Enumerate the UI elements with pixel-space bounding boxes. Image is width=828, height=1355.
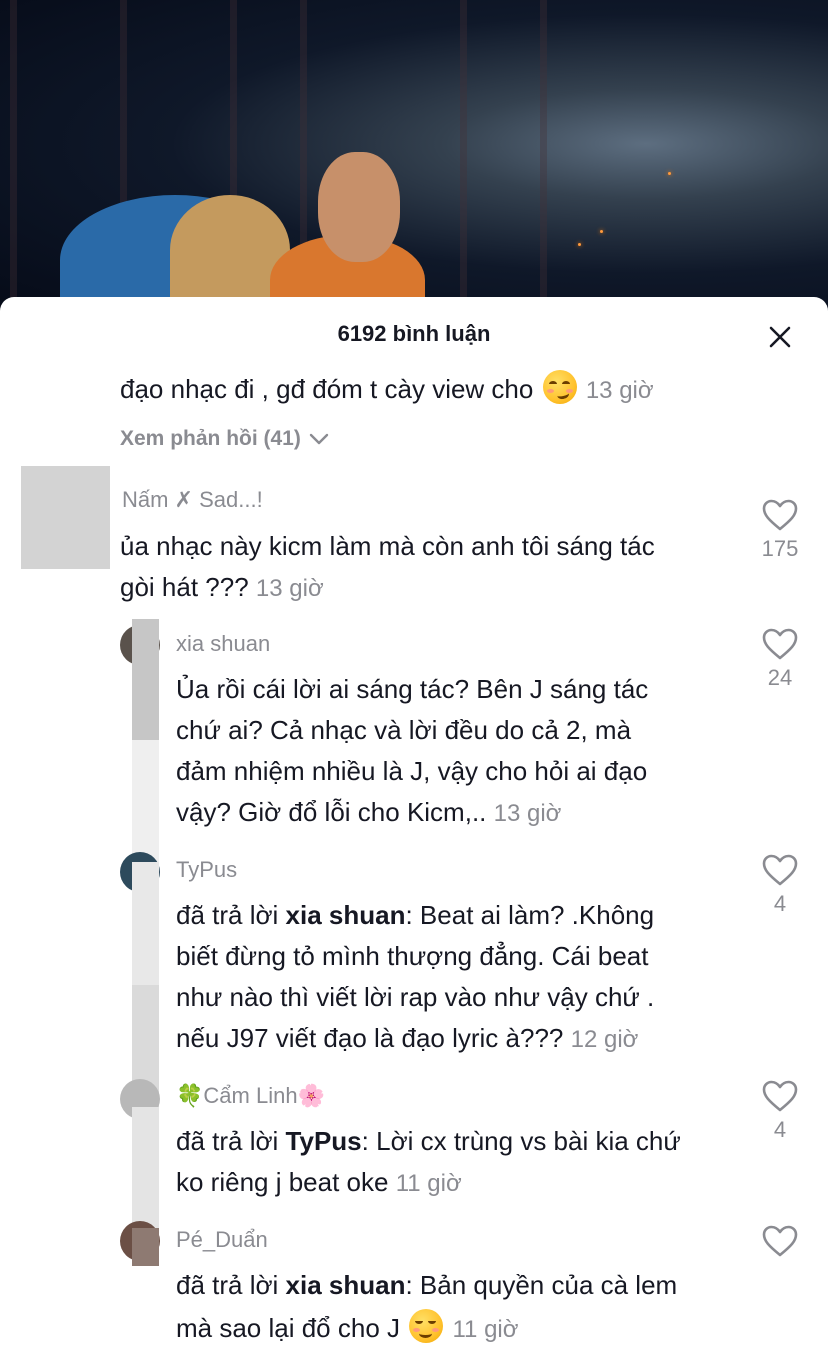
- redaction-bar: [132, 862, 159, 985]
- reply-time: 11 giờ: [395, 1170, 462, 1197]
- video-person-right-head: [318, 152, 400, 262]
- comment-text: gòi hát ??? 13 giờ: [120, 572, 324, 602]
- video-background: [0, 0, 828, 320]
- mentioned-user: TyPus: [285, 1126, 362, 1156]
- partial-comment-text: đạo nhạc đi , gđ đóm t cày view cho 13 g…: [120, 369, 654, 411]
- like-count: 4: [773, 1117, 787, 1142]
- reply-time: 11 giờ: [452, 1316, 519, 1343]
- reply-text: Ủa rồi cái lời ai sáng tác? Bên J sáng t…: [176, 674, 649, 704]
- redaction-bar: [132, 740, 159, 862]
- smirking-face-icon: [542, 370, 577, 404]
- comment-text: ủa nhạc này kicm làm mà còn anh tôi sáng…: [120, 531, 655, 561]
- like-button[interactable]: [750, 1224, 810, 1258]
- reply-text: nếu J97 viết đạo là đạo lyric à??? 12 gi…: [176, 1023, 639, 1053]
- reply-time: 13 giờ: [493, 800, 562, 827]
- reply-text: biết đừng tỏ mình thượng đẳng. Cái beat: [176, 941, 649, 971]
- redaction-bar: [132, 1228, 159, 1266]
- heart-icon: [762, 499, 798, 531]
- chevron-down-icon: [309, 433, 329, 445]
- like-button[interactable]: 4: [750, 1079, 810, 1143]
- reply-username[interactable]: xia shuan: [176, 631, 270, 657]
- close-icon: [769, 326, 791, 348]
- reply-text: vậy? Giờ đổ lỗi cho Kicm,.. 13 giờ: [176, 797, 562, 827]
- reply-text: đảm nhiệm nhiều là J, vậy cho hỏi ai đạo: [176, 756, 648, 786]
- relieved-face-icon: [409, 1309, 444, 1343]
- heart-icon: [762, 1225, 798, 1257]
- reply-text: đã trả lời xia shuan: Bản quyền của cà l…: [176, 1270, 678, 1300]
- comment-time: 13 giờ: [255, 575, 324, 602]
- like-button[interactable]: 4: [750, 853, 810, 917]
- view-replies-button[interactable]: Xem phản hồi (41): [120, 427, 329, 451]
- close-button[interactable]: [760, 317, 800, 357]
- like-button[interactable]: 24: [750, 627, 810, 691]
- reply-text: mà sao lại đổ cho J 11 giờ: [176, 1308, 518, 1350]
- mentioned-user: xia shuan: [285, 1270, 406, 1300]
- like-count: 4: [773, 891, 787, 916]
- heart-icon: [762, 628, 798, 660]
- reply-text: đã trả lời xia shuan: Beat ai làm? .Khôn…: [176, 900, 655, 930]
- comment-username[interactable]: Nấm ✗ Sad...!: [122, 487, 263, 513]
- avatar[interactable]: [21, 466, 110, 569]
- mentioned-user: xia shuan: [285, 900, 406, 930]
- reply-text: như nào thì viết lời rap vào như vậy chứ…: [176, 982, 655, 1012]
- like-count: 24: [767, 665, 793, 690]
- redaction-bar: [132, 1107, 159, 1228]
- reply-username[interactable]: Pé_Duẩn: [176, 1227, 268, 1253]
- reply-text: ko riêng j beat oke 11 giờ: [176, 1167, 462, 1197]
- reply-username[interactable]: TyPus: [176, 857, 237, 883]
- heart-icon: [762, 1080, 798, 1112]
- reply-text: đã trả lời TyPus: Lời cx trùng vs bài ki…: [176, 1126, 681, 1156]
- heart-icon: [762, 854, 798, 886]
- reply-text: chứ ai? Cả nhạc và lời đều do cả 2, mà: [176, 715, 632, 745]
- comment-count-title: 6192 bình luận: [337, 321, 491, 346]
- redaction-bar: [132, 619, 159, 740]
- like-count: 175: [761, 536, 799, 561]
- reply-username[interactable]: 🍀Cẩm Linh🌸: [176, 1083, 325, 1109]
- comments-sheet: 6192 bình luận đạo nhạc đi , gđ đóm t cà…: [0, 297, 828, 1355]
- comment-time: 13 giờ: [585, 377, 654, 404]
- reply-time: 12 giờ: [570, 1026, 639, 1053]
- like-button[interactable]: 175: [750, 498, 810, 562]
